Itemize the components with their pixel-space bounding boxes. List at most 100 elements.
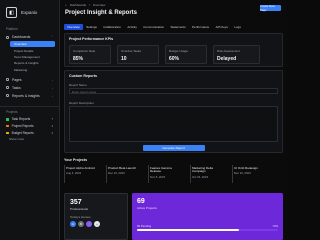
project-card[interactable]: Marketing Delta Campaign Oct 15, 2023: [190, 165, 226, 183]
page-title: Project Insight & Reports: [65, 10, 138, 16]
kpi-value: 60%: [169, 56, 180, 62]
project-card-date: Dec 10, 2023: [108, 171, 125, 176]
kpi-card-budget: Budget Usage 60%: [165, 45, 207, 64]
nav-pages[interactable]: Pages ›: [0, 76, 59, 84]
tab-communication[interactable]: Communication: [140, 24, 167, 30]
project-count: 7: [51, 117, 53, 122]
your-projects-title: Your Projects: [64, 158, 88, 162]
add-avatar-button[interactable]: +: [94, 221, 100, 227]
kpi-value: 10: [121, 56, 127, 62]
pending-label: 69 Pending: [137, 224, 152, 228]
reports-icon: [6, 94, 9, 98]
platform-section-label: Platform: [6, 27, 18, 31]
breadcrumb: ⌂ Dashboards / Overview: [65, 3, 282, 7]
professionals-card: 357 Professionals Today's Heroes A B +: [64, 193, 128, 240]
project-card[interactable]: Project Alpha Android Aug 3, 2024: [64, 165, 100, 183]
show-more-link[interactable]: Show more: [0, 136, 59, 142]
project-color-dot: [6, 118, 9, 121]
chevron-right-icon: ›: [52, 85, 53, 90]
project-item-project-reports[interactable]: Project Reports 4: [0, 123, 59, 130]
report-description-textarea[interactable]: [69, 106, 278, 142]
report-name-input[interactable]: Enter report name: [69, 88, 278, 94]
nav-reports[interactable]: Reports & Insights ›: [0, 92, 59, 100]
project-count: 4: [51, 124, 53, 129]
pending-percent: 72%: [272, 224, 278, 228]
avatar[interactable]: B: [78, 221, 84, 227]
nav-pages-label: Pages: [12, 77, 22, 82]
professionals-label: Professionals: [70, 207, 89, 211]
logo-icon: ◧: [6, 7, 17, 18]
tab-activity[interactable]: Activity: [124, 24, 140, 30]
breadcrumb-item[interactable]: Dashboards: [70, 3, 86, 7]
project-name: Project Reports: [11, 124, 34, 129]
tab-statements[interactable]: Statements: [167, 24, 189, 30]
avatar[interactable]: [86, 221, 92, 227]
kpi-label: Budget Usage: [169, 49, 189, 53]
kpi-label: Overdue Tasks: [121, 49, 141, 53]
project-card-name: Marketing Delta Campaign: [192, 165, 214, 174]
tab-overview[interactable]: Overview: [64, 24, 83, 31]
subnav-marketing[interactable]: Marketing: [0, 67, 59, 73]
your-projects-panel: Your Projects Project Alpha Android Aug …: [64, 156, 283, 189]
project-card-date: Dec 10, 2023: [234, 171, 251, 176]
project-name: Budget Reports: [11, 130, 34, 135]
kpi-label: Risk Assessment: [217, 49, 240, 53]
nav-dashboards[interactable]: Dashboards ⌃: [0, 33, 59, 41]
pending-progress-bar: [137, 229, 278, 231]
projects-section-label: Projects: [6, 109, 18, 114]
kpi-value: 85%: [73, 56, 84, 62]
custom-reports-panel: Custom Reports Report Name Enter report …: [64, 70, 283, 153]
generate-report-button[interactable]: Generate Report: [142, 145, 205, 151]
chevron-right-icon: ›: [52, 77, 53, 82]
custom-reports-title: Custom Reports: [69, 74, 97, 78]
project-card[interactable]: Product Beta Launch Dec 10, 2023: [106, 165, 142, 183]
pending-progress-text: 69 Pending 72%: [137, 224, 278, 228]
kpi-label: Completion Rate: [73, 49, 96, 53]
tab-settings[interactable]: Settings: [83, 24, 100, 30]
tab-api-keys[interactable]: API Keys: [212, 24, 231, 30]
project-card-name: UI Omb Redesign: [234, 165, 258, 170]
tab-logs[interactable]: Logs: [231, 24, 244, 30]
report-description-label: Report Description: [69, 101, 94, 105]
project-count: 2: [51, 130, 53, 135]
top-bar: ⌂ Dashboards / Overview Project Insight …: [60, 0, 287, 23]
project-name: Task Reports: [11, 117, 31, 122]
dashboard-icon: [6, 35, 9, 39]
nav-tasks[interactable]: Tasks ›: [0, 84, 59, 92]
project-color-dot: [6, 131, 9, 135]
nav-reports-label: Reports & Insights: [12, 93, 40, 98]
project-card-name: Feature Gamma Release: [150, 165, 172, 174]
project-item-task-reports[interactable]: Task Reports 7: [0, 116, 59, 123]
breadcrumb-home-icon[interactable]: ⌂: [65, 3, 67, 7]
project-card[interactable]: UI Omb Redesign Dec 10, 2023: [232, 165, 268, 183]
professionals-value: 357: [70, 199, 82, 206]
project-card-date: Nov 5, 2023: [150, 174, 166, 179]
project-card-date: Oct 15, 2023: [192, 174, 209, 179]
project-card-name: Product Beta Launch: [108, 165, 137, 170]
project-card[interactable]: Feature Gamma Release Nov 5, 2023: [148, 165, 184, 183]
nav-tasks-label: Tasks: [12, 85, 21, 90]
brand-row[interactable]: ◧ Expanix: [0, 0, 59, 25]
kpi-title: Project Performance KPIs: [69, 37, 114, 41]
tab-performance[interactable]: Performance: [189, 24, 213, 30]
avatar[interactable]: A: [70, 221, 76, 227]
kpi-panel: Project Performance KPIs Completion Rate…: [64, 33, 283, 67]
sidebar-divider: [0, 105, 59, 107]
kpi-card-completion: Completion Rate 85%: [69, 45, 111, 64]
pages-icon: [6, 78, 9, 82]
pending-progress-fill: [137, 229, 239, 231]
create-page-button[interactable]: Create New Page: [260, 4, 281, 12]
project-card-date: Aug 3, 2024: [66, 171, 82, 176]
avatar-group: A B +: [70, 221, 122, 227]
breadcrumb-current: Overview: [92, 3, 106, 7]
project-card-name: Project Alpha Android: [66, 165, 95, 170]
kpi-value: Delayed: [217, 56, 237, 62]
report-name-label: Report Name: [69, 83, 87, 87]
tab-collaboration[interactable]: Collaboration: [100, 24, 124, 30]
kpi-card-overdue: Overdue Tasks 10: [117, 45, 159, 64]
team-heroes-label: Today's Heroes: [70, 215, 91, 219]
project-item-budget-reports[interactable]: Budget Reports 2: [0, 130, 59, 137]
active-projects-card: 69 Active Projects 69 Pending 72%: [132, 193, 283, 240]
kpi-card-risk: Risk Assessment Delayed: [213, 45, 260, 64]
main-content: ⌂ Dashboards / Overview Project Insight …: [60, 0, 287, 240]
